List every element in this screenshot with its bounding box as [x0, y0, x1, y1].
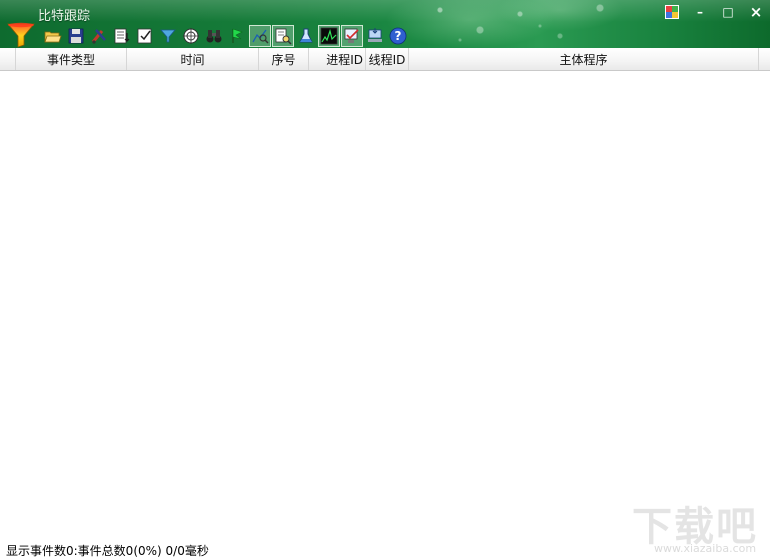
help-button[interactable]: ? [387, 25, 409, 47]
title-toolbar-band: 比特跟踪 – □ × ? [0, 0, 770, 48]
event-list-body[interactable] [0, 71, 770, 537]
column-header-process-id[interactable]: 进程ID [309, 48, 366, 70]
save-button[interactable] [65, 25, 87, 47]
checklist-button[interactable] [134, 25, 156, 47]
cpu-graph-icon [320, 27, 338, 45]
document-zoom-icon [275, 28, 292, 45]
save-disk-icon [68, 28, 84, 44]
maximize-icon: □ [722, 5, 734, 19]
target-button[interactable] [180, 25, 202, 47]
close-icon: × [749, 3, 763, 21]
column-header-thread-id[interactable]: 线程ID [366, 48, 409, 70]
document-zoom-button[interactable] [272, 25, 294, 47]
open-button[interactable] [42, 25, 64, 47]
watermark-url: www.xiazaiba.com [654, 542, 757, 555]
flag-button[interactable] [226, 25, 248, 47]
column-header-event-type[interactable]: 事件类型 [16, 48, 127, 70]
column-header-time[interactable]: 时间 [127, 48, 259, 70]
flask-icon [299, 28, 313, 43]
find-button[interactable] [203, 25, 225, 47]
chart-magnifier-icon [252, 29, 269, 44]
green-flag-icon [232, 28, 243, 43]
filter-tools-icon [91, 29, 106, 44]
column-header-sequence[interactable]: 序号 [259, 48, 309, 70]
chart-magnifier-button[interactable] [249, 25, 271, 47]
network-check-button[interactable] [341, 25, 363, 47]
toolbar: ? [42, 25, 409, 47]
filter-tools-button[interactable] [88, 25, 110, 47]
export-list-icon [114, 28, 130, 44]
color-window-icon [665, 5, 679, 19]
column-header-main-program[interactable]: 主体程序 [409, 48, 759, 70]
cpu-graph-button[interactable] [318, 25, 340, 47]
water-drops-decoration [420, 0, 630, 48]
status-text: 显示事件数0:事件总数0(0%) 0/0毫秒 [6, 544, 209, 558]
column-header-filler [759, 48, 770, 70]
title-sheen [0, 0, 770, 22]
target-icon [183, 28, 199, 44]
flask-button[interactable] [295, 25, 317, 47]
funnel-down-icon [160, 29, 176, 43]
funnel-app-icon[interactable] [6, 21, 36, 48]
funnel-down-button[interactable] [157, 25, 179, 47]
binoculars-icon [206, 30, 222, 43]
svg-text:?: ? [395, 29, 402, 43]
minimize-button[interactable]: – [686, 2, 714, 22]
event-list-header: 事件类型 时间 序号 进程ID 线程ID 主体程序 [0, 48, 770, 71]
export-list-button[interactable] [111, 25, 133, 47]
window-controls: – □ × [658, 2, 770, 22]
watermark-logo: 下载吧 www.xiazaiba.com [628, 494, 768, 556]
minimize-icon: – [697, 5, 703, 19]
computer-arrow-icon [368, 28, 382, 42]
close-button[interactable]: × [742, 2, 770, 22]
open-folder-icon [44, 31, 62, 43]
help-icon: ? [389, 27, 407, 45]
network-check-icon [344, 28, 359, 43]
window-title: 比特跟踪 [38, 9, 91, 24]
maximize-button[interactable]: □ [714, 2, 742, 22]
column-header-blank[interactable] [0, 48, 16, 70]
checklist-icon [137, 28, 152, 44]
theme-button[interactable] [658, 2, 686, 22]
computer-arrow-button[interactable] [364, 25, 386, 47]
